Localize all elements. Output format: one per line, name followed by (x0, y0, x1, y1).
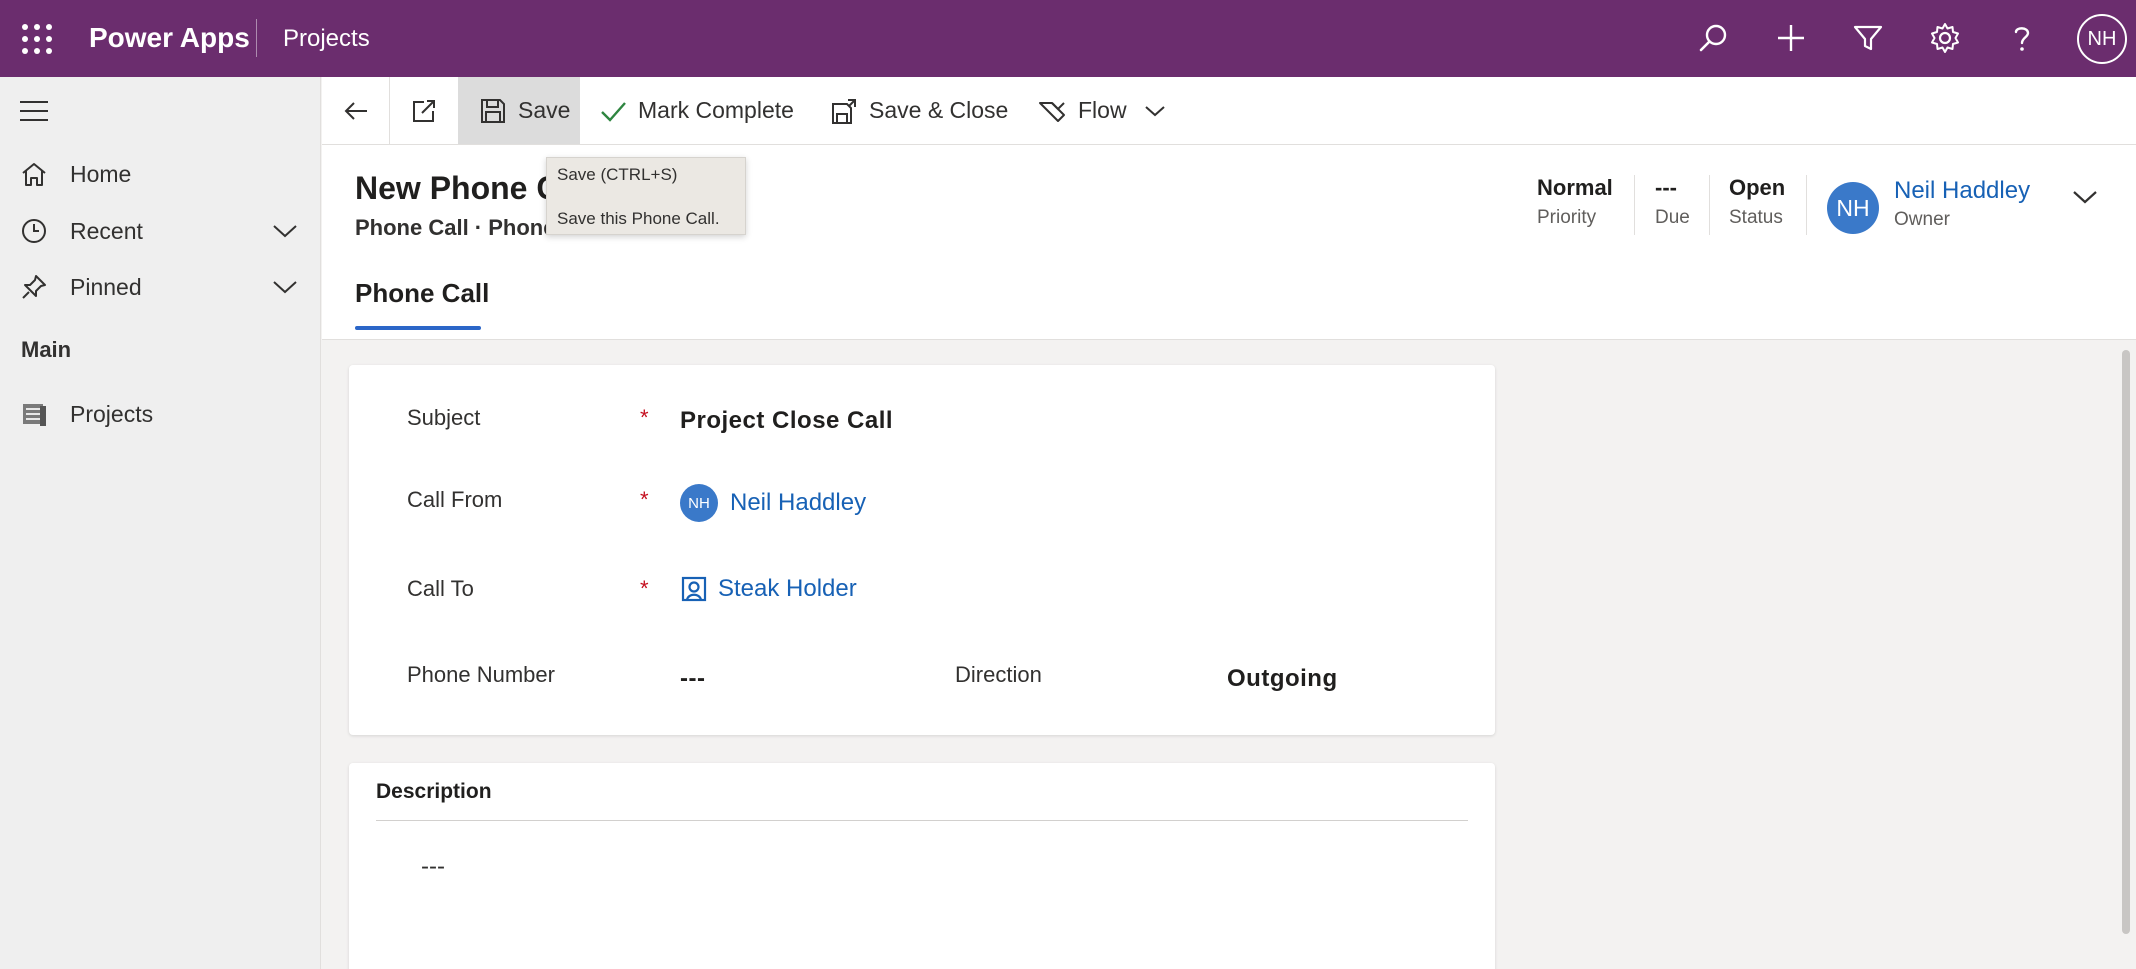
subject-field[interactable]: Project Close Call (680, 407, 893, 435)
direction-field[interactable]: Outgoing (1227, 665, 1338, 693)
header-field-status: Open Status (1729, 175, 1785, 229)
call-from-label: Call From (407, 487, 503, 512)
header-divider (1806, 175, 1807, 235)
header-field-due: --- Due (1655, 175, 1690, 229)
contact-icon (679, 574, 709, 604)
sidebar-item-home[interactable]: Home (0, 149, 321, 199)
sidebar-item-pinned[interactable]: Pinned (0, 262, 321, 312)
sidebar-item-label: Home (70, 160, 132, 187)
projects-entity-icon (20, 400, 48, 428)
back-button[interactable] (322, 77, 389, 144)
call-to-label: Call To (407, 576, 474, 601)
sidebar-section-heading: Main (21, 337, 72, 362)
priority-value: Normal (1537, 175, 1613, 200)
description-section: Description --- (349, 763, 1495, 969)
flow-icon (1038, 96, 1068, 126)
header-field-priority: Normal Priority (1537, 175, 1613, 229)
description-field[interactable]: --- (421, 853, 445, 881)
open-in-new-window-button[interactable] (390, 77, 457, 144)
owner-avatar: NH (1827, 182, 1879, 234)
clock-icon (20, 217, 48, 245)
home-icon (20, 160, 48, 188)
app-name[interactable]: Power Apps (89, 22, 250, 54)
due-label: Due (1655, 207, 1690, 228)
save-label: Save (518, 97, 571, 123)
command-bar: Save Mark Complete Save & Close Flow (322, 77, 2136, 145)
header-expand-chevron-icon[interactable] (2067, 179, 2103, 215)
app-launcher-icon[interactable] (22, 24, 52, 54)
help-icon[interactable] (2002, 18, 2042, 58)
phone-call-form-section: Subject * Project Close Call Call From *… (349, 365, 1495, 735)
main-scrollbar[interactable] (2122, 350, 2130, 934)
filter-icon[interactable] (1848, 18, 1888, 58)
top-app-bar: Power Apps Projects NH (0, 0, 2136, 77)
description-divider (376, 820, 1468, 821)
topbar-divider (256, 19, 257, 57)
flow-button[interactable]: Flow (1038, 77, 1127, 144)
sidebar-item-label: Recent (70, 217, 143, 244)
sidebar-item-recent[interactable]: Recent (0, 206, 321, 256)
subject-label: Subject (407, 405, 481, 430)
sidebar-item-label: Pinned (70, 273, 142, 300)
pin-icon (20, 273, 48, 301)
back-arrow-icon (341, 96, 371, 126)
mark-complete-button[interactable]: Mark Complete (598, 77, 794, 144)
active-tab-indicator (355, 326, 481, 330)
priority-label: Priority (1537, 207, 1597, 228)
tooltip-title: Save (CTRL+S) (557, 165, 678, 184)
settings-gear-icon[interactable] (1925, 18, 1965, 58)
due-value: --- (1655, 175, 1677, 200)
add-icon[interactable] (1771, 18, 1811, 58)
required-indicator: * (640, 405, 649, 430)
chevron-down-icon (1140, 96, 1170, 126)
direction-label: Direction (955, 662, 1042, 687)
call-from-avatar: NH (680, 484, 718, 522)
chevron-down-icon[interactable] (270, 216, 300, 246)
header-divider (1634, 175, 1635, 235)
app-breadcrumb[interactable]: Projects (283, 25, 370, 53)
owner-label: Owner (1894, 209, 1950, 230)
status-label: Status (1729, 207, 1783, 228)
flow-label: Flow (1078, 97, 1127, 123)
phone-number-label: Phone Number (407, 662, 555, 687)
search-icon[interactable] (1694, 18, 1734, 58)
status-value: Open (1729, 175, 1786, 200)
chevron-down-icon[interactable] (270, 272, 300, 302)
description-title: Description (376, 780, 492, 803)
save-and-close-button[interactable]: Save & Close (829, 77, 1008, 144)
tooltip-description: Save this Phone Call. (557, 209, 720, 228)
save-button[interactable]: Save (458, 77, 580, 144)
tab-phone-call[interactable]: Phone Call (355, 278, 489, 309)
call-to-link[interactable]: Steak Holder (718, 575, 857, 603)
header-divider (1709, 175, 1710, 235)
user-avatar[interactable]: NH (2077, 14, 2127, 64)
save-close-icon (829, 96, 859, 126)
checkmark-icon (598, 96, 628, 126)
mark-complete-label: Mark Complete (638, 97, 794, 123)
save-floppy-icon (478, 96, 508, 126)
phone-number-field[interactable]: --- (680, 665, 705, 693)
save-tooltip: Save (CTRL+S) Save this Phone Call. (546, 157, 746, 235)
save-close-label: Save & Close (869, 97, 1009, 123)
owner-link[interactable]: Neil Haddley (1894, 177, 2030, 205)
record-title: New Phone C (355, 170, 560, 206)
open-new-window-icon (409, 96, 439, 126)
sidebar-item-projects[interactable]: Projects (0, 389, 321, 439)
required-indicator: * (640, 576, 649, 601)
sidebar-item-label: Projects (70, 400, 154, 427)
more-commands-chevron[interactable] (1137, 77, 1173, 144)
call-from-link[interactable]: Neil Haddley (730, 489, 866, 517)
required-indicator: * (640, 487, 649, 512)
hamburger-menu-icon[interactable] (20, 101, 50, 123)
sidebar-nav: Home Recent Pinned Main Projects (0, 77, 321, 969)
